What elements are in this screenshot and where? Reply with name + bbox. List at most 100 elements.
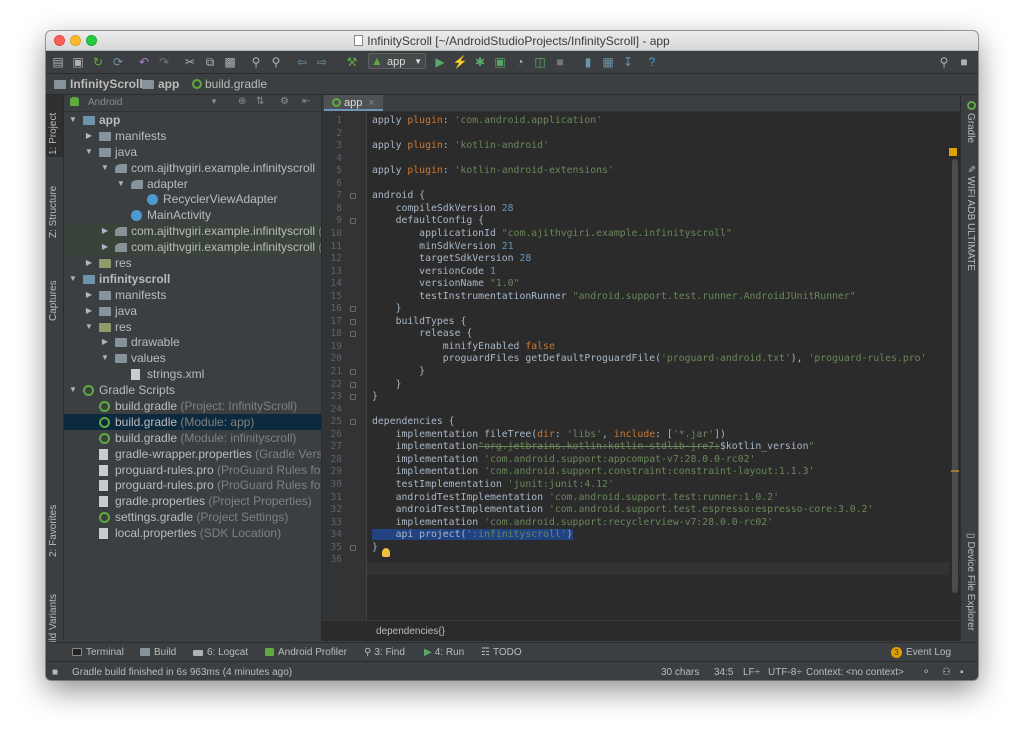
chevron-right-icon[interactable]: ▶ xyxy=(100,334,110,350)
run-icon[interactable]: ▶ xyxy=(432,54,448,70)
tree-item[interactable]: ▼ com.ajithvgiri.example.infinityscroll xyxy=(64,160,321,176)
chevron-down-icon[interactable]: ▼ xyxy=(100,160,110,176)
chevron-down-icon[interactable]: ▼ xyxy=(116,176,126,192)
tree-item[interactable]: gradle.properties (Project Properties) xyxy=(64,493,321,509)
tree-item[interactable]: proguard-rules.pro (ProGuard Rules for xyxy=(64,462,321,478)
avd-manager-icon[interactable]: ▮ xyxy=(580,54,596,70)
chevron-down-icon[interactable]: ▼ xyxy=(84,319,94,335)
tab-structure[interactable]: Z: Structure xyxy=(48,186,59,238)
chevron-right-icon[interactable]: ▶ xyxy=(100,239,110,255)
context-indicator[interactable]: Context: <no context> xyxy=(806,667,904,678)
help-icon[interactable]: ? xyxy=(644,54,660,70)
tree-item[interactable]: build.gradle (Module: app) xyxy=(64,413,321,430)
fold-marker-icon[interactable] xyxy=(350,193,356,200)
chevron-right-icon[interactable]: ▶ xyxy=(100,223,110,239)
tree-item[interactable]: local.properties (SDK Location) xyxy=(64,525,321,541)
tab-todo[interactable]: ☶ TODO xyxy=(481,647,522,658)
tree-item[interactable]: ▶ com.ajithvgiri.example.infinityscroll (… xyxy=(64,223,321,240)
run-configuration-select[interactable]: ▲ app ▼ xyxy=(368,53,426,69)
inspector-icon[interactable]: ⚇ xyxy=(942,667,951,678)
tab-wifi-adb[interactable]: ✎ WIFI ADB ULTIMATE xyxy=(965,165,976,271)
tree-item[interactable]: build.gradle (Project: InfinityScroll) xyxy=(64,398,321,414)
chevron-down-icon[interactable]: ▼ xyxy=(100,350,110,366)
tree-item[interactable]: ▶ res xyxy=(64,255,321,271)
breadcrumb-item-project[interactable]: InfinityScroll xyxy=(54,77,143,91)
editor-breadcrumb-item[interactable]: dependencies{} xyxy=(376,626,445,637)
tree-item[interactable]: ▶ manifests xyxy=(64,287,321,303)
fold-marker-icon[interactable] xyxy=(350,306,356,313)
tab-find[interactable]: ⚲ 3: Find xyxy=(364,647,405,658)
fold-marker-icon[interactable] xyxy=(350,419,356,426)
cut-icon[interactable]: ✂ xyxy=(182,54,198,70)
tree-item[interactable]: ▼ res xyxy=(64,319,321,335)
gear-icon[interactable]: ⚙ xyxy=(280,96,289,107)
undo-icon[interactable]: ↶ xyxy=(136,54,152,70)
tree-item[interactable]: ▶ java xyxy=(64,303,321,319)
tab-terminal[interactable]: Terminal xyxy=(72,647,124,658)
save-icon[interactable]: ▣ xyxy=(70,54,86,70)
tree-item[interactable]: gradle-wrapper.properties (Gradle Versio xyxy=(64,446,321,462)
fold-marker-icon[interactable] xyxy=(350,544,356,551)
fold-marker-icon[interactable] xyxy=(350,381,356,388)
collapse-all-icon[interactable]: ⇅ xyxy=(256,96,264,107)
chevron-down-icon[interactable]: ▼ xyxy=(68,382,78,398)
profile-icon[interactable]: ◔ xyxy=(512,54,528,70)
sdk-manager-icon[interactable]: ↧ xyxy=(620,54,636,70)
tab-device-file-explorer[interactable]: ▯ Device File Explorer xyxy=(965,533,976,631)
stop-icon[interactable]: ■ xyxy=(552,54,568,70)
file-encoding[interactable]: UTF-8÷ xyxy=(768,667,802,678)
redo-icon[interactable]: ↷ xyxy=(156,54,172,70)
event-log-button[interactable]: 3 Event Log xyxy=(891,647,951,658)
code-area[interactable]: apply plugin: 'com.android.application' a… xyxy=(372,112,947,620)
find-icon[interactable]: ⚲ xyxy=(248,54,264,70)
chevron-right-icon[interactable]: ▶ xyxy=(84,303,94,319)
tree-item[interactable]: ▶ drawable xyxy=(64,334,321,350)
coverage-icon[interactable]: ▣ xyxy=(492,54,508,70)
tree-item[interactable]: ▶ manifests xyxy=(64,128,321,144)
tab-build[interactable]: Build xyxy=(140,647,176,658)
build-hammer-icon[interactable]: ⚒ xyxy=(344,54,360,70)
synchronize-icon[interactable]: ⟳ xyxy=(110,54,126,70)
line-separator[interactable]: LF÷ xyxy=(743,667,760,678)
fold-marker-icon[interactable] xyxy=(350,369,356,375)
fold-marker-icon[interactable] xyxy=(350,218,356,225)
tree-item[interactable]: ▶ com.ajithvgiri.example.infinityscroll (… xyxy=(64,239,321,256)
chevron-down-icon[interactable]: ▼ xyxy=(84,144,94,160)
scroll-from-source-icon[interactable]: ⊕ xyxy=(238,96,246,107)
chevron-down-icon[interactable]: ▼ xyxy=(68,112,78,128)
tab-project[interactable]: 1: Project xyxy=(48,113,59,155)
tab-android-profiler[interactable]: Android Profiler xyxy=(265,647,347,658)
status-icon[interactable]: ■ xyxy=(52,667,58,678)
tab-logcat[interactable]: 6: Logcat xyxy=(193,647,248,658)
tab-gradle[interactable]: Gradle xyxy=(965,101,976,143)
paste-icon[interactable]: ▩ xyxy=(222,54,238,70)
editor-tab-app[interactable]: app × xyxy=(324,95,383,111)
project-view-selector[interactable]: Android xyxy=(88,97,122,108)
sync-icon[interactable]: ↻ xyxy=(90,54,106,70)
tree-item[interactable]: ▼ values xyxy=(64,350,321,366)
cursor-position[interactable]: 34:5 xyxy=(714,667,733,678)
copy-icon[interactable]: ⧉ xyxy=(202,54,218,70)
breadcrumb-item-file[interactable]: build.gradle xyxy=(192,77,267,91)
tree-item[interactable]: MainActivity xyxy=(64,207,321,223)
tab-favorites[interactable]: 2: Favorites xyxy=(48,505,59,557)
lock-icon[interactable]: ⚬ xyxy=(922,667,930,678)
project-structure-icon[interactable]: ▦ xyxy=(600,54,616,70)
fold-marker-icon[interactable] xyxy=(350,331,356,338)
fold-marker-icon[interactable] xyxy=(350,318,356,325)
chevron-right-icon[interactable]: ▶ xyxy=(84,287,94,303)
replace-icon[interactable]: ⚲ xyxy=(268,54,284,70)
tree-item[interactable]: ▼ java xyxy=(64,144,321,160)
back-icon[interactable]: ⇦ xyxy=(294,54,310,70)
chevron-right-icon[interactable]: ▶ xyxy=(84,128,94,144)
fold-marker-icon[interactable] xyxy=(350,394,356,401)
chevron-right-icon[interactable]: ▶ xyxy=(84,255,94,271)
scrollbar-thumb[interactable] xyxy=(952,159,958,593)
attach-debugger-icon[interactable]: ◫ xyxy=(532,54,548,70)
warning-status-icon[interactable] xyxy=(949,148,957,156)
apply-changes-icon[interactable]: ⚡ xyxy=(452,54,468,70)
lightbulb-icon[interactable] xyxy=(382,548,390,557)
tree-item[interactable]: ▼ Gradle Scripts xyxy=(64,382,321,398)
tree-item[interactable]: RecyclerViewAdapter xyxy=(64,191,321,207)
tab-captures[interactable]: Captures xyxy=(48,280,59,321)
